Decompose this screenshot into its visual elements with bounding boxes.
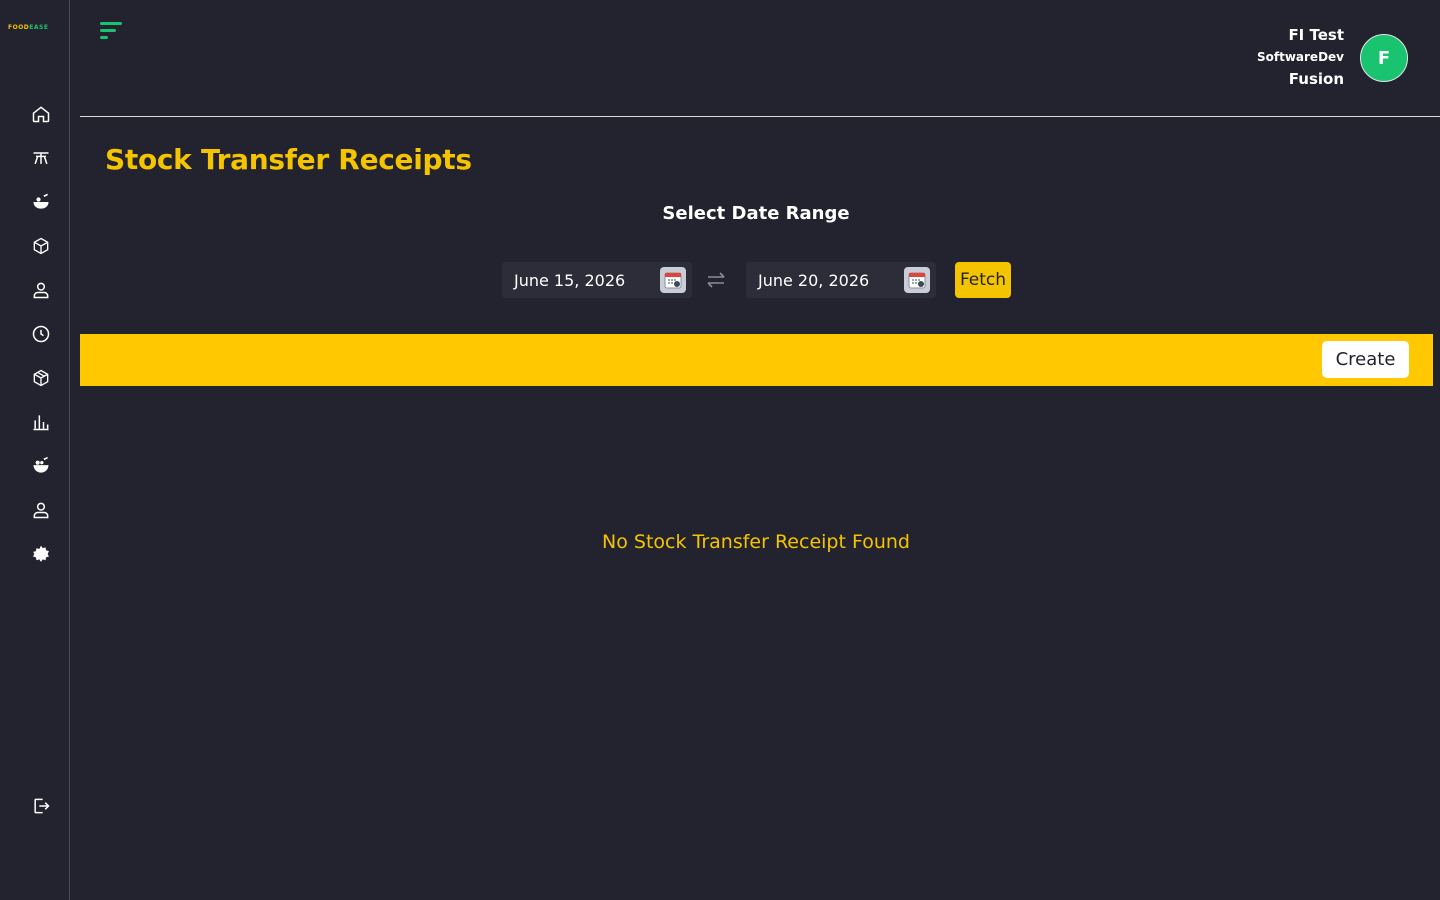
calendar-icon — [908, 272, 926, 289]
logo-text-part1: FOOD — [8, 24, 30, 31]
box-icon — [33, 237, 49, 255]
sidebar-item-users[interactable] — [30, 279, 52, 301]
end-date-value: June 20, 2026 — [758, 270, 870, 290]
sidebar-item-home[interactable] — [30, 103, 52, 125]
start-date-calendar-button[interactable] — [660, 267, 686, 293]
app-logo[interactable]: FOODEASE — [8, 24, 48, 31]
user-icon — [33, 282, 49, 299]
menu-toggle-button[interactable] — [98, 20, 124, 42]
user-name: FI Test — [1288, 26, 1344, 44]
home-icon — [32, 106, 50, 123]
logout-icon — [34, 798, 50, 814]
sidebar-item-reports[interactable] — [30, 411, 52, 433]
sidebar-item-stock[interactable] — [30, 367, 52, 389]
dining-table-icon — [33, 152, 49, 165]
user-company: SoftwareDev — [1256, 50, 1344, 64]
food-plate-icon — [33, 456, 49, 473]
page-title: Stock Transfer Receipts — [105, 143, 472, 176]
hamburger-icon — [100, 22, 122, 39]
create-button[interactable]: Create — [1322, 341, 1409, 378]
swap-arrows-icon — [707, 272, 725, 288]
action-bar — [80, 334, 1433, 386]
sidebar-item-tables[interactable] — [30, 147, 52, 169]
sidebar-item-menu[interactable] — [30, 455, 52, 477]
sidebar-item-history[interactable] — [30, 323, 52, 345]
avatar[interactable]: F — [1360, 34, 1408, 82]
clock-icon — [32, 325, 50, 343]
package-icon — [33, 369, 49, 387]
sidebar: FOODEASE — [0, 0, 70, 900]
user-branch: Fusion — [1288, 70, 1344, 88]
sidebar-item-staff[interactable] — [30, 499, 52, 521]
logo-text-part2: EASE — [29, 24, 49, 31]
sidebar-item-inventory[interactable] — [30, 235, 52, 257]
end-date-calendar-button[interactable] — [904, 267, 930, 293]
bar-chart-icon — [33, 415, 49, 431]
date-range-heading: Select Date Range — [662, 203, 850, 224]
calendar-icon — [664, 272, 682, 289]
person-icon — [33, 502, 49, 519]
empty-state-message: No Stock Transfer Receipt Found — [602, 531, 910, 553]
start-date-field[interactable]: June 15, 2026 — [502, 262, 692, 298]
user-info: FI Test SoftwareDev Fusion — [1257, 24, 1344, 90]
start-date-value: June 15, 2026 — [514, 270, 626, 290]
logout-button[interactable] — [30, 795, 52, 817]
fetch-button[interactable]: Fetch — [955, 262, 1011, 298]
header-divider — [80, 116, 1440, 117]
end-date-field[interactable]: June 20, 2026 — [746, 262, 936, 298]
